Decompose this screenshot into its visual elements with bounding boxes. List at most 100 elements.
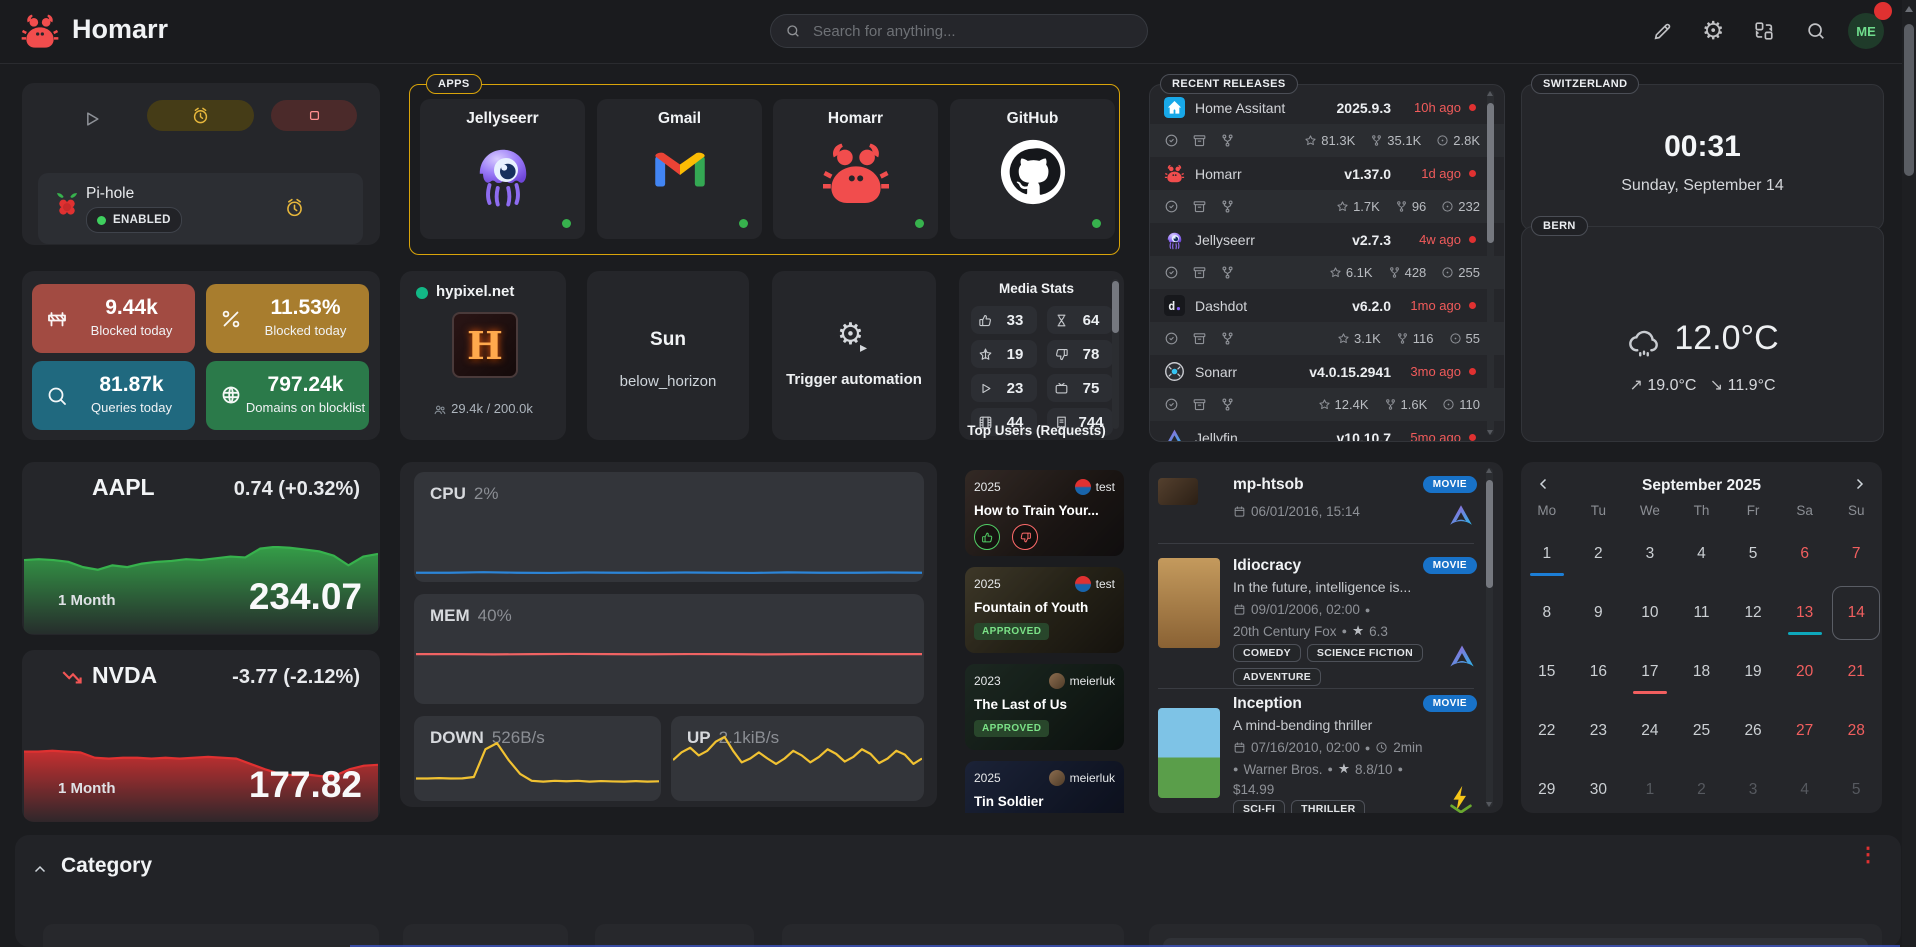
app-tile-github[interactable]: GitHub xyxy=(950,99,1115,239)
calendar-day-17[interactable]: 17 xyxy=(1624,642,1676,701)
calendar-day-28[interactable]: 28 xyxy=(1830,701,1882,760)
release-row-homarr[interactable]: Homarr v1.37.0 1d ago xyxy=(1150,157,1504,190)
app-tile-jellyseerr[interactable]: Jellyseerr xyxy=(420,99,585,239)
pihole-stat-tile[interactable]: 11.53% Blocked today xyxy=(206,284,369,353)
calendar-day-10[interactable]: 10 xyxy=(1624,583,1676,642)
calendar-month-title[interactable]: September 2025 xyxy=(1521,477,1882,495)
calendar-day-13[interactable]: 13 xyxy=(1779,583,1831,642)
apps-category-label[interactable]: APPS xyxy=(426,74,482,94)
stat-value: 11.53% xyxy=(242,296,369,320)
media-title: Idiocracy xyxy=(1233,557,1301,575)
request-card[interactable]: 2025 test Fountain of Youth APPROVED xyxy=(965,567,1124,653)
calendar-day-2[interactable]: 2 xyxy=(1573,524,1625,583)
calendar-next-icon[interactable] xyxy=(1850,475,1868,493)
calendar-day-20[interactable]: 20 xyxy=(1779,642,1831,701)
weather-label: BERN xyxy=(1531,216,1588,236)
edit-pencil-icon[interactable] xyxy=(1652,20,1674,42)
release-row-sonarr[interactable]: Sonarr v4.0.15.2941 3mo ago xyxy=(1150,355,1504,388)
media-stats-scrollbar[interactable] xyxy=(1112,279,1119,429)
release-stats-row: 81.3K 35.1K 2.8K xyxy=(1150,124,1504,157)
release-row-jellyfin[interactable]: Jellyfin v10.10.7 5mo ago xyxy=(1150,421,1504,442)
calendar-day-27[interactable]: 27 xyxy=(1779,701,1831,760)
collapse-chevron-icon[interactable] xyxy=(31,861,49,879)
calendar-day-6[interactable]: 6 xyxy=(1779,524,1831,583)
pihole-stat-tile[interactable]: 81.87k Queries today xyxy=(32,361,195,430)
calendar-day-24[interactable]: 24 xyxy=(1624,701,1676,760)
layout-swap-icon[interactable] xyxy=(1753,20,1775,42)
github-icon xyxy=(998,137,1068,207)
calendar-day-7[interactable]: 7 xyxy=(1830,524,1882,583)
status-badge: APPROVED xyxy=(974,623,1049,640)
calendar-day-18[interactable]: 18 xyxy=(1676,642,1728,701)
calendar-day-1[interactable]: 1 xyxy=(1624,760,1676,819)
search-input[interactable] xyxy=(811,22,1115,41)
calendar-day-21[interactable]: 21 xyxy=(1830,642,1882,701)
calendar-day-8[interactable]: 8 xyxy=(1521,583,1573,642)
pihole-stat-tile[interactable]: 797.24k Domains on blocklist xyxy=(206,361,369,430)
calendar-day-29[interactable]: 29 xyxy=(1521,760,1573,819)
pihole-control-row[interactable]: Pi-hole ENABLED xyxy=(38,173,363,244)
decline-button[interactable] xyxy=(1012,524,1038,550)
calendar-day-11[interactable]: 11 xyxy=(1676,583,1728,642)
timer-button[interactable] xyxy=(147,100,254,131)
settings-gear-icon[interactable]: ⚙ xyxy=(1702,16,1724,46)
calendar-day-19[interactable]: 19 xyxy=(1727,642,1779,701)
calendar-day-14[interactable]: 14 xyxy=(1830,583,1882,642)
calendar-day-1[interactable]: 1 xyxy=(1521,524,1573,583)
calendar-day-12[interactable]: 12 xyxy=(1727,583,1779,642)
calendar-day-9[interactable]: 9 xyxy=(1573,583,1625,642)
pihole-timer-icon[interactable] xyxy=(284,197,305,218)
scrollbar-thumb[interactable] xyxy=(1904,24,1914,176)
release-version: v6.2.0 xyxy=(1352,298,1391,314)
release-row-dashdot[interactable]: d Dashdot v6.2.0 1mo ago xyxy=(1150,289,1504,322)
automation-widget[interactable]: ⚙▸ Trigger automation xyxy=(772,271,936,440)
request-card[interactable]: 2025 test How to Train Your... xyxy=(965,470,1124,556)
calendar-day-22[interactable]: 22 xyxy=(1521,701,1573,760)
partial-tile xyxy=(595,924,754,947)
request-card[interactable]: 2025 meierluk Tin Soldier xyxy=(965,761,1124,813)
calendar-day-15[interactable]: 15 xyxy=(1521,642,1573,701)
app-tile-homarr[interactable]: Homarr xyxy=(773,99,938,239)
stock-widget-nvda[interactable]: NVDA -3.77 (-2.12%) 1 Month 177.82 xyxy=(22,650,380,822)
search-bar[interactable] xyxy=(770,14,1148,48)
releases-label[interactable]: RECENT RELEASES xyxy=(1160,74,1298,94)
play-button[interactable] xyxy=(82,109,102,129)
calendar-day-5[interactable]: 5 xyxy=(1727,524,1779,583)
clockcheck-icon xyxy=(1164,199,1179,214)
calendar-icon xyxy=(1233,741,1246,754)
calendar-day-16[interactable]: 16 xyxy=(1573,642,1625,701)
calendar-day-4[interactable]: 4 xyxy=(1779,760,1831,819)
calendar-day-4[interactable]: 4 xyxy=(1676,524,1728,583)
calendar-day-5[interactable]: 5 xyxy=(1830,760,1882,819)
release-name: Homarr xyxy=(1195,166,1242,182)
stock-period: 1 Month xyxy=(58,592,116,609)
calendar-day-26[interactable]: 26 xyxy=(1727,701,1779,760)
release-row-jellyseerr[interactable]: Jellyseerr v2.7.3 4w ago xyxy=(1150,223,1504,256)
high-arrow-icon: ↗ xyxy=(1629,377,1642,394)
app-tile-gmail[interactable]: Gmail xyxy=(597,99,762,239)
calendar-day-3[interactable]: 3 xyxy=(1727,760,1779,819)
pihole-stat-tile[interactable]: 9.44k Blocked today xyxy=(32,284,195,353)
release-version: 2025.9.3 xyxy=(1337,100,1392,116)
minecraft-widget[interactable]: hypixel.net H 29.4k / 200.0k xyxy=(400,271,566,440)
scroll-up-arrow[interactable] xyxy=(1905,6,1913,12)
media-list-scrollbar[interactable] xyxy=(1486,468,1493,807)
release-stats-row: 12.4K 1.6K 110 xyxy=(1150,388,1504,421)
category-menu-icon[interactable]: ⋮ xyxy=(1858,850,1878,861)
calendar-day-2[interactable]: 2 xyxy=(1676,760,1728,819)
calendar-day-25[interactable]: 25 xyxy=(1676,701,1728,760)
stock-widget-aapl[interactable]: AAPL 0.74 (+0.32%) 1 Month 234.07 xyxy=(22,462,380,635)
stop-button[interactable] xyxy=(271,100,357,131)
calendar-day-23[interactable]: 23 xyxy=(1573,701,1625,760)
request-card[interactable]: 2023 meierluk The Last of Us APPROVED xyxy=(965,664,1124,750)
header-search-icon[interactable] xyxy=(1805,20,1827,42)
calendar-day-30[interactable]: 30 xyxy=(1573,760,1625,819)
weather-current: 12.0°C xyxy=(1522,319,1883,363)
releases-scrollbar[interactable] xyxy=(1487,91,1494,435)
calendar-day-3[interactable]: 3 xyxy=(1624,524,1676,583)
release-row-home-assitant[interactable]: Home Assitant 2025.9.3 10h ago xyxy=(1150,91,1504,124)
star-icon xyxy=(1304,134,1317,147)
approve-button[interactable] xyxy=(974,524,1000,550)
page-scrollbar[interactable] xyxy=(1902,0,1916,947)
thumbdown-icon xyxy=(1019,531,1032,544)
